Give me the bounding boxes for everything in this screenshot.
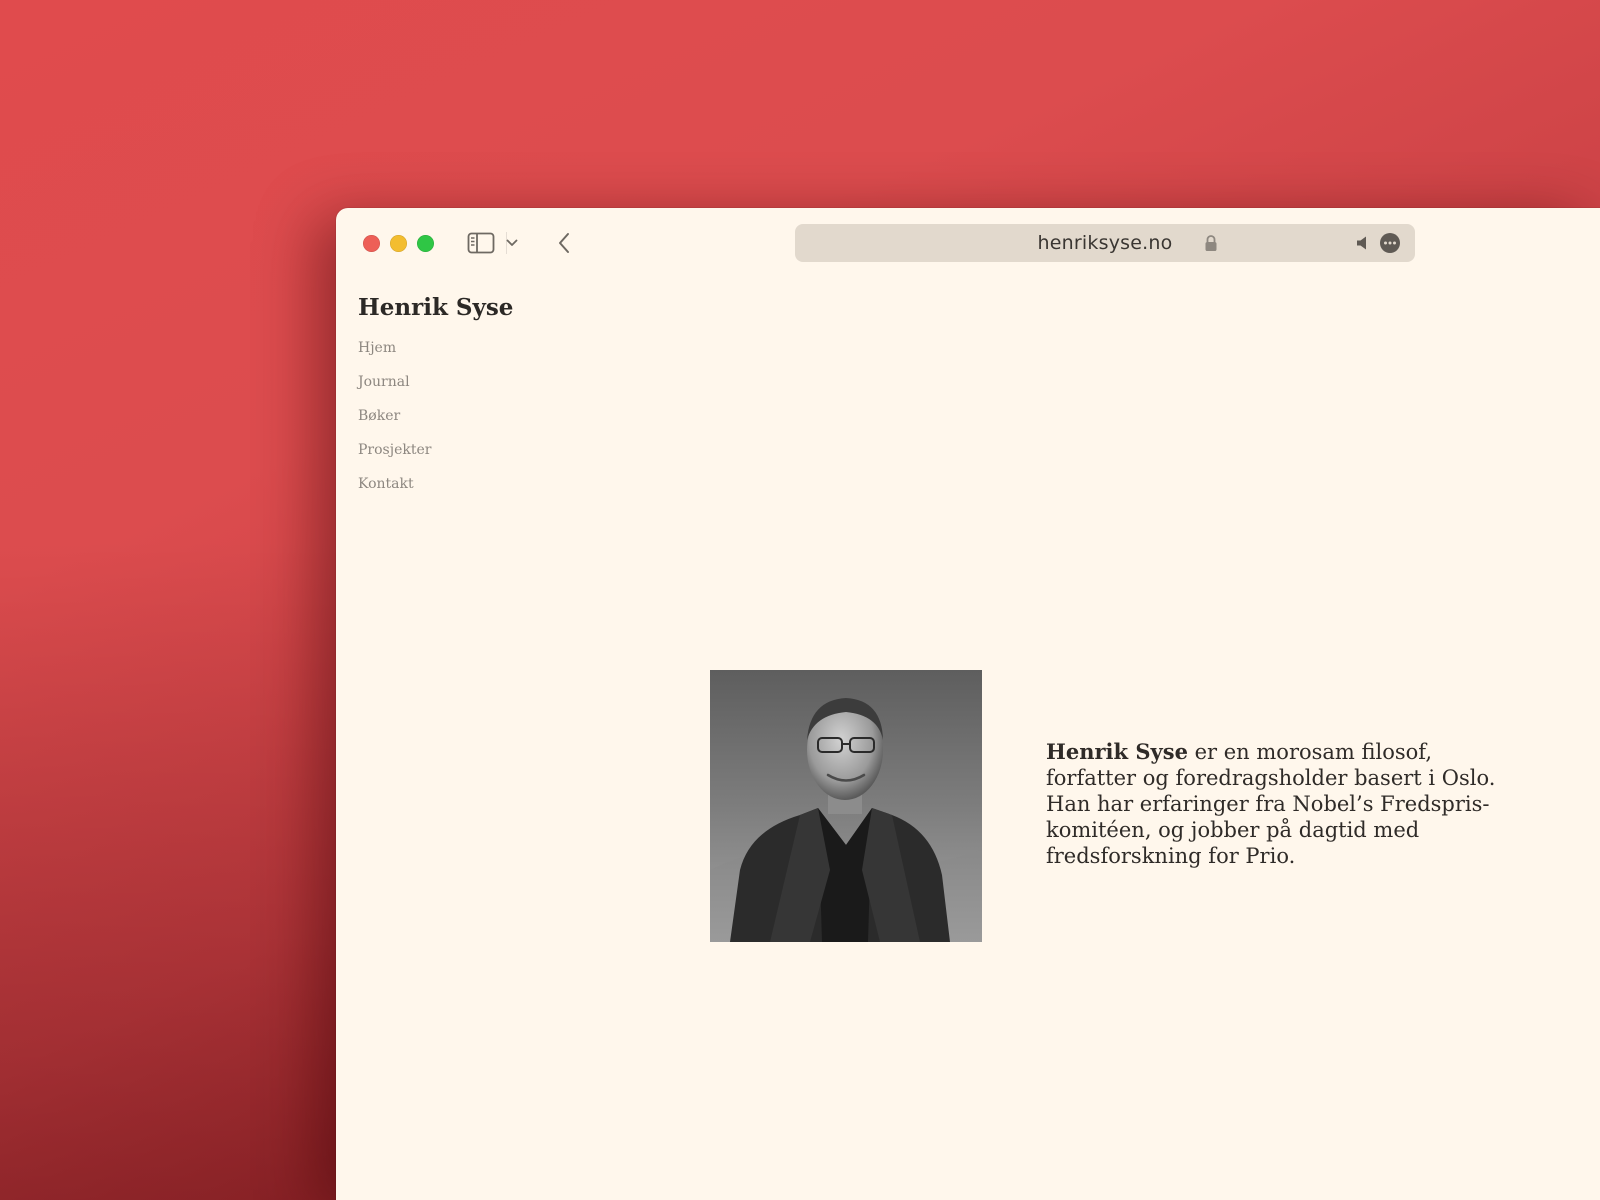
back-button[interactable]: [554, 230, 574, 256]
close-window-button[interactable]: [363, 235, 380, 252]
minimize-window-button[interactable]: [390, 235, 407, 252]
nav-item-prosjekter[interactable]: Prosjekter: [358, 440, 431, 474]
sidebar-toggle-button[interactable]: [467, 230, 495, 256]
chevron-left-icon: [559, 233, 569, 253]
nav-item-boker[interactable]: Bøker: [358, 406, 431, 440]
bio-name: Henrik Syse: [1046, 739, 1188, 764]
browser-window: henriksyse.no Henrik Syse Hjem Journal B…: [336, 208, 1600, 1200]
portrait-illustration: [710, 670, 982, 942]
ellipsis-circle-icon[interactable]: [1379, 232, 1401, 254]
chevron-down-icon: [506, 239, 518, 246]
nav-item-kontakt[interactable]: Kontakt: [358, 474, 431, 508]
bio-text: Henrik Syse er en morosam filosof, forfa…: [1046, 739, 1506, 869]
nav-item-journal[interactable]: Journal: [358, 372, 431, 406]
site-nav: Hjem Journal Bøker Prosjekter Kontakt: [358, 338, 431, 508]
sidebar-icon: [467, 232, 495, 254]
address-bar[interactable]: henriksyse.no: [795, 224, 1415, 262]
nav-item-hjem[interactable]: Hjem: [358, 338, 431, 372]
tab-overview-button[interactable]: [504, 235, 520, 251]
site-title[interactable]: Henrik Syse: [358, 294, 513, 321]
url-text[interactable]: henriksyse.no: [795, 224, 1415, 262]
browser-toolbar: henriksyse.no: [336, 208, 1600, 276]
portrait-photo: [710, 670, 982, 942]
zoom-window-button[interactable]: [417, 235, 434, 252]
lock-icon: [1205, 235, 1217, 251]
speaker-icon[interactable]: [1356, 235, 1370, 251]
